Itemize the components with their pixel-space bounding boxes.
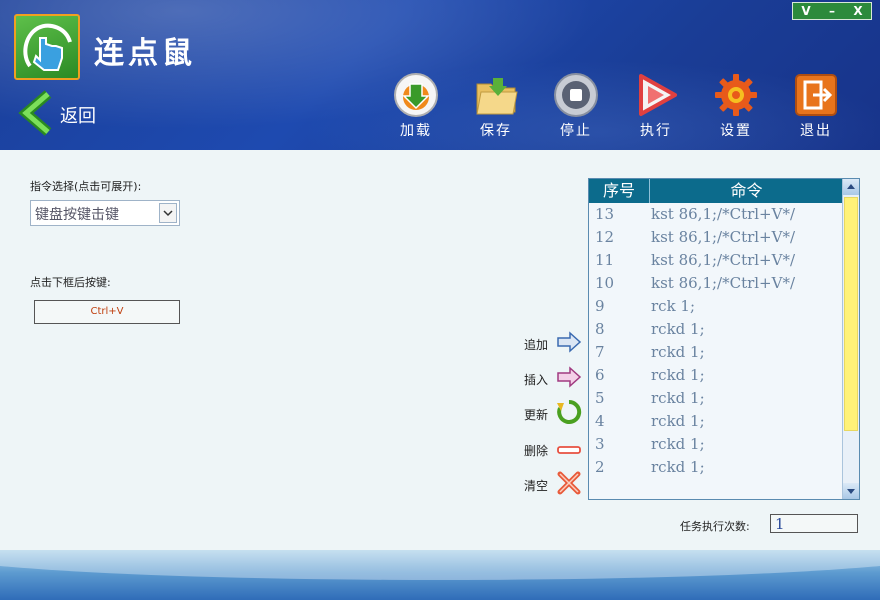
close-button[interactable]: X	[845, 3, 871, 19]
row-index: 7	[595, 343, 605, 361]
window-controls: V – X	[792, 2, 872, 20]
row-command: kst 86,1;/*Ctrl+V*/	[651, 251, 796, 269]
back-arrow-icon	[18, 90, 54, 140]
column-header-index: 序号	[589, 179, 650, 203]
repeat-count-label: 任务执行次数:	[680, 520, 750, 533]
command-table[interactable]: 序号 命令 13 kst 86,1;/*Ctrl+V*/ 12 kst 86,1;/*…	[588, 178, 860, 500]
clear-label: 清空	[524, 478, 549, 493]
row-index: 12	[595, 228, 615, 246]
arrow-right-blue-icon	[556, 331, 582, 357]
row-command: rckd 1;	[651, 458, 705, 476]
append-button[interactable]: 追加	[524, 331, 582, 357]
scroll-thumb[interactable]	[844, 197, 858, 431]
row-index: 11	[595, 251, 615, 269]
load-label: 加载	[400, 123, 432, 139]
gear-icon	[713, 72, 759, 118]
row-index: 6	[595, 366, 605, 384]
table-row[interactable]: 4 rckd 1;	[589, 410, 843, 433]
key-capture-label: 点击下框后按键:	[30, 276, 111, 289]
stop-button[interactable]: 停止	[546, 72, 606, 140]
row-index: 13	[595, 205, 615, 223]
insert-label: 插入	[524, 372, 549, 387]
back-button[interactable]: 返回	[18, 90, 96, 140]
clear-button[interactable]: 清空	[524, 470, 582, 500]
command-select[interactable]: 键盘按键击键	[30, 200, 180, 226]
row-command: rckd 1;	[651, 343, 705, 361]
minimize-to-tray-button[interactable]: V	[793, 3, 819, 19]
row-command: rck 1;	[651, 297, 696, 315]
exit-button[interactable]: 退出	[786, 72, 846, 140]
table-body: 13 kst 86,1;/*Ctrl+V*/ 12 kst 86,1;/*Ctrl+V…	[589, 203, 843, 479]
execute-button[interactable]: 执行	[626, 72, 686, 140]
save-button[interactable]: 保存	[466, 72, 526, 140]
exit-label: 退出	[800, 123, 832, 139]
row-index: 10	[595, 274, 615, 292]
table-row[interactable]: 13 kst 86,1;/*Ctrl+V*/	[589, 203, 843, 226]
save-label: 保存	[480, 123, 512, 139]
table-row[interactable]: 2 rckd 1;	[589, 456, 843, 479]
row-command: kst 86,1;/*Ctrl+V*/	[651, 228, 796, 246]
main-panel: 指令选择(点击可展开): 键盘按键击键 点击下框后按键: Ctrl+V 追加 插…	[0, 150, 880, 550]
row-index: 9	[595, 297, 605, 315]
stop-icon	[553, 72, 599, 118]
table-row[interactable]: 5 rckd 1;	[589, 387, 843, 410]
back-label: 返回	[60, 106, 96, 127]
delete-label: 删除	[524, 443, 549, 458]
chevron-down-icon[interactable]	[159, 203, 177, 223]
table-header: 序号 命令	[589, 179, 843, 203]
table-row[interactable]: 10 kst 86,1;/*Ctrl+V*/	[589, 272, 843, 295]
app-header: 连点鼠 V – X 返回 加载 保存 停止 执行 设置 退出	[0, 0, 880, 150]
update-label: 更新	[524, 407, 549, 422]
load-icon	[393, 72, 439, 118]
row-command: rckd 1;	[651, 435, 705, 453]
command-select-label: 指令选择(点击可展开):	[30, 180, 142, 193]
row-index: 8	[595, 320, 605, 338]
update-button[interactable]: 更新	[524, 399, 582, 429]
scroll-up-button[interactable]	[843, 179, 859, 195]
row-index: 5	[595, 389, 605, 407]
repeat-count-input[interactable]: 1	[770, 514, 858, 533]
arrow-right-pink-icon	[556, 366, 582, 392]
table-row[interactable]: 6 rckd 1;	[589, 364, 843, 387]
execute-label: 执行	[640, 123, 672, 139]
insert-button[interactable]: 插入	[524, 366, 582, 392]
command-select-value: 键盘按键击键	[35, 207, 119, 223]
table-scrollbar[interactable]	[842, 179, 859, 499]
minimize-button[interactable]: –	[819, 3, 845, 19]
table-row[interactable]: 7 rckd 1;	[589, 341, 843, 364]
row-command: rckd 1;	[651, 366, 705, 384]
stop-label: 停止	[560, 123, 592, 139]
delete-button[interactable]: 删除	[524, 438, 582, 462]
table-row[interactable]: 11 kst 86,1;/*Ctrl+V*/	[589, 249, 843, 272]
table-row[interactable]: 9 rck 1;	[589, 295, 843, 318]
row-command: rckd 1;	[651, 320, 705, 338]
row-command: rckd 1;	[651, 389, 705, 407]
app-title: 连点鼠	[94, 36, 196, 71]
row-index: 2	[595, 458, 605, 476]
table-row[interactable]: 8 rckd 1;	[589, 318, 843, 341]
table-row[interactable]: 3 rckd 1;	[589, 433, 843, 456]
column-header-command: 命令	[730, 181, 763, 200]
row-command: kst 86,1;/*Ctrl+V*/	[651, 274, 796, 292]
key-capture-field[interactable]: Ctrl+V	[34, 300, 180, 324]
scroll-down-button[interactable]	[843, 483, 859, 499]
footer-band	[0, 550, 880, 600]
play-icon	[633, 72, 679, 118]
table-row[interactable]: 12 kst 86,1;/*Ctrl+V*/	[589, 226, 843, 249]
clear-x-icon	[556, 470, 582, 500]
app-logo-icon	[14, 14, 80, 80]
settings-label: 设置	[720, 123, 752, 139]
row-index: 3	[595, 435, 605, 453]
exit-icon	[793, 72, 839, 118]
row-index: 4	[595, 412, 605, 430]
minus-icon	[556, 441, 582, 460]
settings-button[interactable]: 设置	[706, 72, 766, 140]
save-folder-icon	[473, 72, 519, 118]
refresh-icon	[556, 399, 582, 429]
row-command: rckd 1;	[651, 412, 705, 430]
row-command: kst 86,1;/*Ctrl+V*/	[651, 205, 796, 223]
load-button[interactable]: 加载	[386, 72, 446, 140]
append-label: 追加	[524, 337, 549, 352]
